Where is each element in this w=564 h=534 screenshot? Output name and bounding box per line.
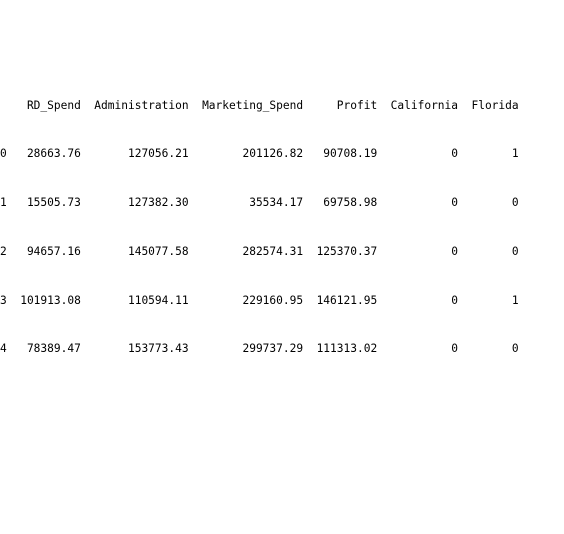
- blank-separator-line: [0, 439, 564, 455]
- table-row: 3 101913.08 110594.11 229160.95 146121.9…: [0, 293, 519, 307]
- dataframe-head-with-dummies: RD_Spend Administration Marketing_Spend …: [0, 65, 564, 390]
- table-row: 1 15505.73 127382.30 35534.17 69758.98 0…: [0, 196, 519, 209]
- table-header-row: RD_Spend Administration Marketing_Spend …: [0, 98, 519, 112]
- console-output-region: RD_Spend Administration Marketing_Spend …: [0, 0, 564, 534]
- table-row: 0 28663.76 127056.21 201126.82 90708.19 …: [0, 147, 519, 161]
- table-row: 2 94657.16 145077.58 282574.31 125370.37…: [0, 244, 519, 258]
- table-row: 4 78389.47 153773.43 299737.29 111313.02…: [0, 342, 519, 356]
- influence-diagnostics: leverage dffits resid_stu cook 0 0.06651…: [0, 520, 564, 534]
